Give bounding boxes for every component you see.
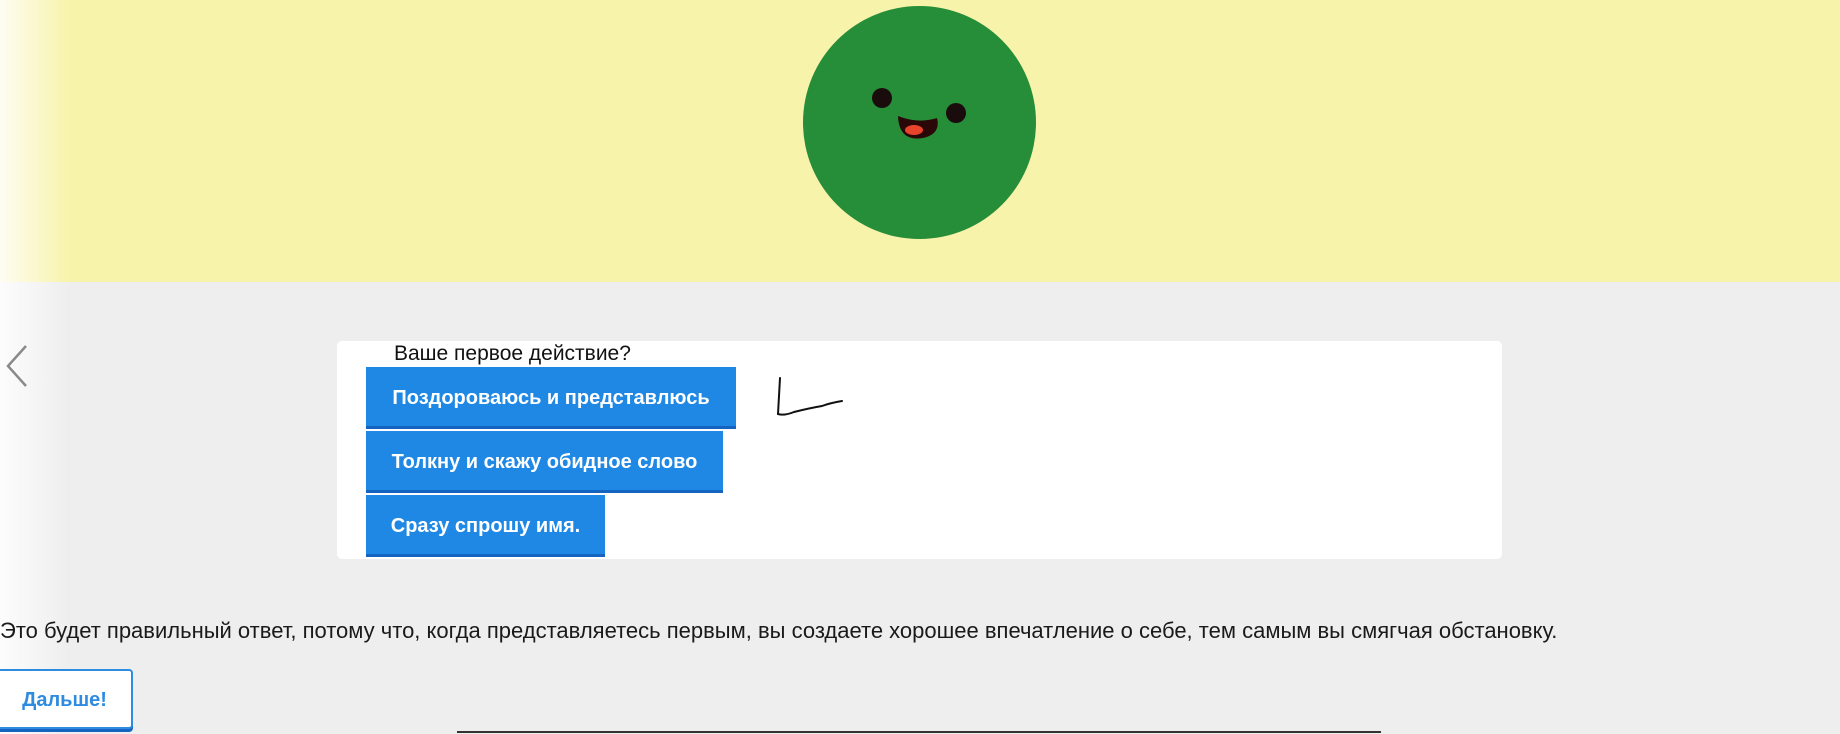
answer-option-push[interactable]: Толкну и скажу обидное слово	[366, 431, 723, 493]
bottom-divider	[457, 731, 1381, 733]
smiling-green-ball-icon	[803, 6, 1036, 239]
answer-option-greet[interactable]: Поздороваюсь и представлюсь	[366, 367, 736, 429]
next-button[interactable]: Дальше!	[0, 669, 133, 729]
answer-explanation: Это будет правильный ответ, потому что, …	[0, 618, 1558, 643]
answer-option-ask-name[interactable]: Сразу спрошу имя.	[366, 495, 605, 557]
question-title: Ваше первое действие?	[394, 342, 631, 365]
cursor-scribble-mark	[776, 377, 843, 416]
chevron-left-icon[interactable]	[2, 342, 34, 390]
quiz-page: Ваше первое действие? Поздороваюсь и пре…	[0, 0, 1840, 734]
